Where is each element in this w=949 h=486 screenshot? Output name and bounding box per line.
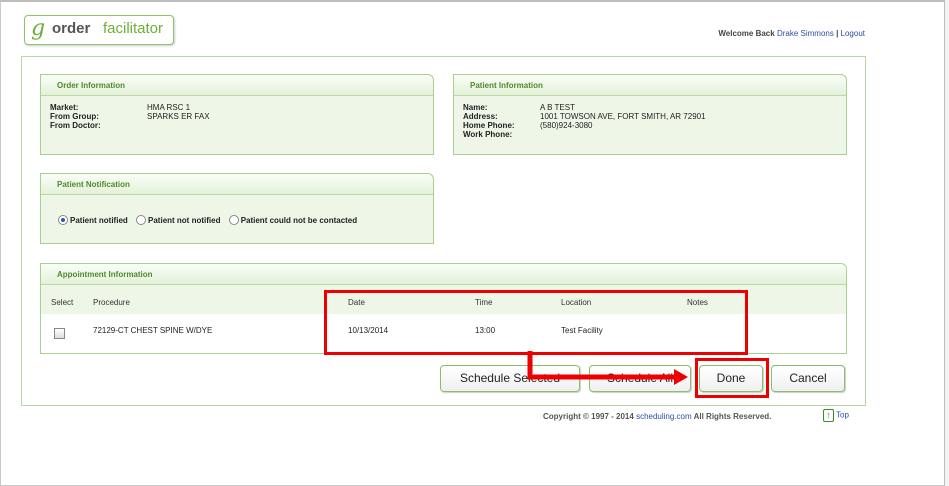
order-info-labels: Market: From Group: From Doctor: — [50, 103, 101, 130]
arrow-up-icon: ↑ — [823, 409, 834, 422]
annotation-arrow-icon — [527, 351, 688, 385]
logo-word-order: order — [52, 20, 91, 37]
scheduling-link[interactable]: scheduling.com — [636, 412, 692, 421]
procedure-cell: 72129-CT CHEST SPINE W/DYE — [93, 326, 213, 335]
annotation-highlight-row — [324, 290, 748, 355]
order-information-panel: Order Information Market: From Group: Fr… — [40, 74, 434, 155]
order-information-header: Order Information — [41, 75, 433, 96]
name-label: Name: — [463, 103, 488, 112]
patient-info-values: A B TEST 1001 TOWSON AVE, FORT SMITH, AR… — [540, 103, 706, 130]
patient-notification-panel: Patient Notification Patient notified Pa… — [40, 173, 434, 244]
footer: Copyright © 1997 - 2014 scheduling.com A… — [543, 412, 771, 421]
name-value: A B TEST — [540, 103, 575, 112]
patient-information-panel: Patient Information Name: Address: Home … — [453, 74, 847, 155]
from-doctor-label: From Doctor: — [50, 121, 101, 130]
market-value: HMA RSC 1 — [147, 103, 191, 112]
patient-information-header: Patient Information — [454, 75, 846, 96]
patient-notified-label[interactable]: Patient notified — [70, 216, 128, 225]
rights-text: All Rights Reserved. — [693, 412, 772, 421]
welcome-separator: | — [833, 29, 841, 38]
order-info-values: HMA RSC 1 SPARKS ER FAX — [147, 103, 210, 121]
home-phone-label: Home Phone: — [463, 121, 515, 130]
patient-info-labels: Name: Address: Home Phone: Work Phone: — [463, 103, 515, 139]
logo-word-facilitator: facilitator — [103, 20, 164, 37]
user-name-link[interactable]: Drake Simmons — [777, 29, 834, 38]
radio-patient-not-contacted[interactable] — [228, 215, 239, 225]
appointment-information-title: Appointment Information — [57, 270, 153, 279]
patient-information-title: Patient Information — [470, 81, 543, 90]
logout-link[interactable]: Logout — [841, 29, 865, 38]
col-select: Select — [51, 298, 74, 307]
patient-not-notified-label[interactable]: Patient not notified — [148, 216, 220, 225]
order-facilitator-logo[interactable]: g order facilitator — [24, 15, 174, 45]
appointment-information-header: Appointment Information — [41, 264, 846, 285]
patient-notification-title: Patient Notification — [57, 180, 130, 189]
col-procedure: Procedure — [93, 298, 130, 307]
address-label: Address: — [463, 112, 498, 121]
radio-patient-notified[interactable] — [58, 215, 68, 225]
annotation-highlight-done — [695, 358, 769, 398]
order-information-title: Order Information — [57, 81, 126, 90]
logo-glyph: g — [31, 16, 46, 41]
address-value: 1001 TOWSON AVE, FORT SMITH, AR 72901 — [540, 112, 706, 121]
patient-not-contacted-label[interactable]: Patient could not be contacted — [241, 216, 357, 225]
welcome-bar: Welcome Back Drake Simmons | Logout — [718, 29, 865, 38]
home-phone-value: (580)924-3080 — [540, 121, 593, 130]
back-to-top-link[interactable]: ↑ Top — [823, 409, 849, 422]
welcome-text: Welcome Back — [718, 29, 775, 38]
appointment-select-checkbox[interactable] — [54, 328, 65, 339]
from-group-value: SPARKS ER FAX — [147, 112, 210, 121]
from-group-label: From Group: — [50, 112, 99, 121]
radio-patient-not-notified[interactable] — [136, 215, 147, 225]
work-phone-label: Work Phone: — [463, 130, 513, 139]
top-label: Top — [836, 410, 849, 420]
market-label: Market: — [50, 103, 79, 112]
notification-options: Patient notified Patient not notified Pa… — [58, 215, 363, 225]
copyright-text: Copyright © 1997 - 2014 — [543, 412, 634, 421]
cancel-button[interactable]: Cancel — [771, 365, 845, 392]
patient-notification-header: Patient Notification — [41, 174, 433, 195]
